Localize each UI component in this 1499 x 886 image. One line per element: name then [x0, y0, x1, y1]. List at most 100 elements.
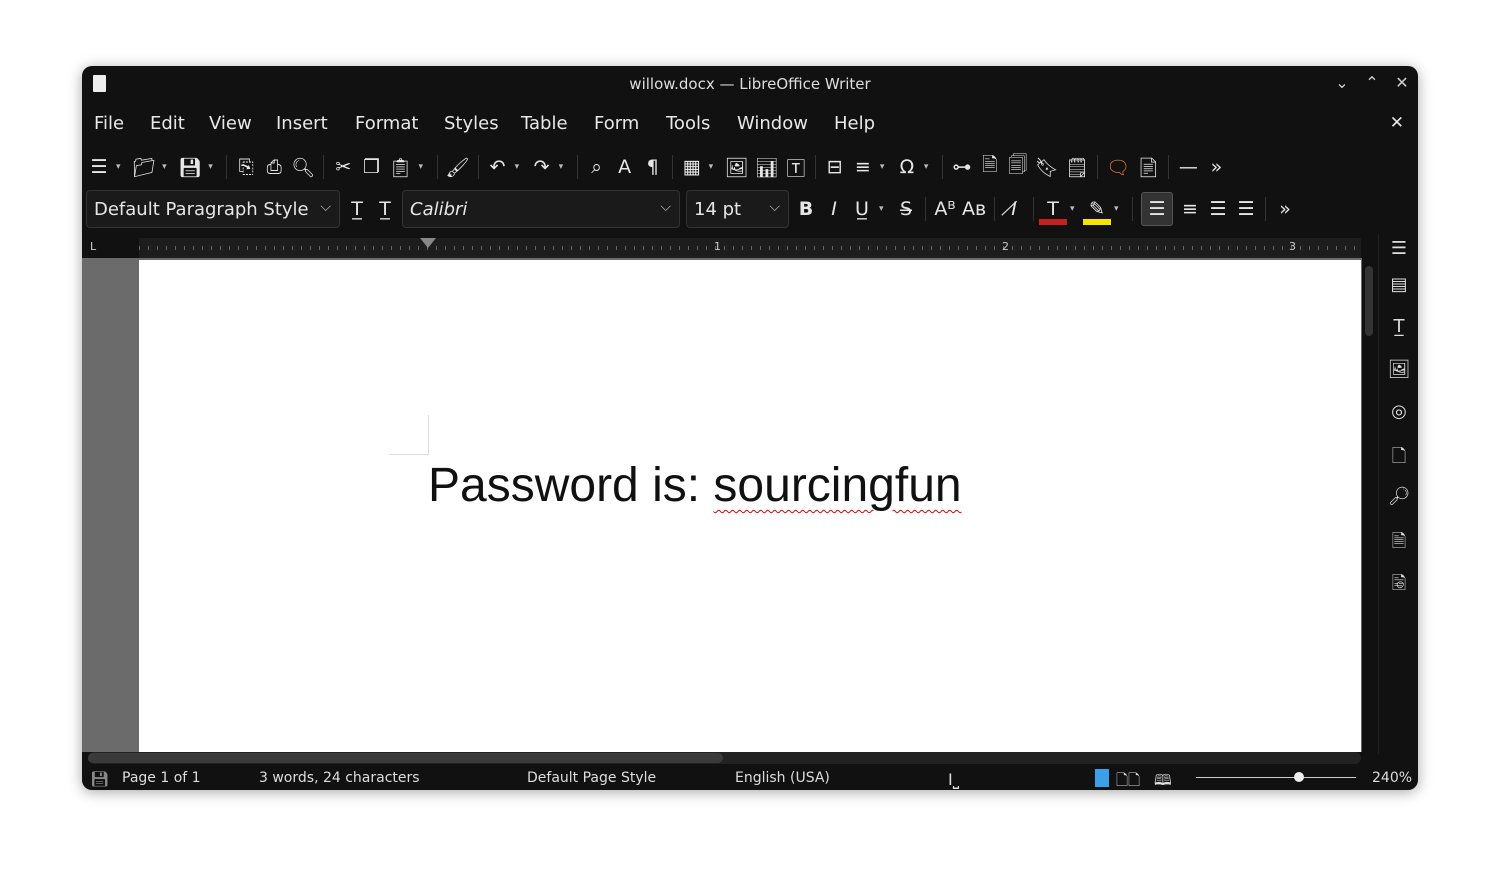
bold-icon[interactable]: B	[795, 195, 817, 223]
dropdown-arrow-icon[interactable]: ▾	[1070, 204, 1078, 214]
dropdown-arrow-icon[interactable]: ▾	[116, 162, 124, 172]
highlight-color-icon[interactable]: ✎	[1083, 195, 1112, 225]
vertical-scrollbar[interactable]	[1362, 258, 1378, 752]
selection-mode-icon[interactable]: I⎵	[948, 770, 959, 790]
single-page-view-icon[interactable]	[1095, 769, 1109, 787]
dropdown-arrow-icon[interactable]: ▾	[709, 162, 717, 172]
tab-stop-selector[interactable]: L	[90, 240, 96, 253]
font-name-select[interactable]: Calibri ⌵	[402, 190, 680, 228]
menu-styles[interactable]: Styles	[444, 113, 499, 134]
update-style-icon[interactable]: T̲	[346, 195, 368, 223]
gallery-icon[interactable]: 🖼︎	[1387, 359, 1411, 383]
align-right-icon[interactable]: ☰	[1207, 195, 1229, 223]
footnote-icon[interactable]: 🗎︎	[979, 153, 1001, 181]
page-style[interactable]: Default Page Style	[527, 770, 656, 786]
align-center-icon[interactable]: ≡	[1179, 195, 1201, 223]
cut-icon[interactable]: ✂	[332, 153, 354, 181]
paragraph-style-select[interactable]: Default Paragraph Style ⌵	[86, 190, 340, 228]
dropdown-arrow-icon[interactable]: ▾	[880, 162, 888, 172]
page-count[interactable]: Page 1 of 1	[122, 770, 201, 786]
document-text[interactable]: Password is: sourcingfun	[428, 458, 962, 513]
manage-changes-icon[interactable]: 🗎	[1387, 529, 1411, 553]
print-preview-icon[interactable]: 🔍︎	[291, 153, 315, 181]
find-replace-icon[interactable]: ⌕	[586, 153, 608, 181]
maximize-button[interactable]: ⌃	[1362, 73, 1382, 92]
paste-icon[interactable]: 📋︎	[388, 153, 412, 181]
font-color-icon[interactable]: T	[1039, 195, 1068, 225]
insert-image-icon[interactable]: 🖼︎	[725, 153, 749, 181]
multi-page-view-icon[interactable]: 🗋🗋	[1116, 770, 1140, 790]
formatting-marks-icon[interactable]: ¶	[642, 153, 664, 181]
document-page[interactable]: Password is: sourcingfun	[139, 260, 1361, 752]
font-size-select[interactable]: 14 pt ⌵	[686, 190, 789, 228]
italic-icon[interactable]: I	[823, 195, 845, 223]
superscript-icon[interactable]: Aᴮ	[934, 195, 956, 223]
open-icon[interactable]: 📁︎	[132, 153, 156, 181]
styles-icon[interactable]: T̲	[1387, 316, 1411, 340]
toggle-sidebar-icon[interactable]: ☰	[88, 153, 110, 181]
sidebar-menu-icon[interactable]: ☰	[1387, 238, 1411, 262]
save-status-icon[interactable]: 💾︎	[90, 770, 109, 788]
dropdown-arrow-icon[interactable]: ▾	[208, 162, 216, 172]
hyperlink-icon[interactable]: ⊶	[951, 153, 973, 181]
subscript-icon[interactable]: Aʙ	[962, 195, 986, 223]
horizontal-ruler[interactable]: 1 2 3	[139, 238, 1361, 258]
cross-reference-icon[interactable]: 🗒︎	[1065, 153, 1089, 181]
misspelled-word[interactable]: sourcingfun	[713, 459, 961, 512]
insert-textbox-icon[interactable]: 🅃	[785, 153, 807, 181]
insert-table-icon[interactable]: ▦	[681, 153, 703, 181]
menu-tools[interactable]: Tools	[666, 113, 710, 134]
save-icon[interactable]: 💾︎	[178, 153, 202, 181]
properties-icon[interactable]: ▤	[1387, 274, 1411, 298]
close-document-button[interactable]: ✕	[1390, 113, 1404, 133]
menu-form[interactable]: Form	[594, 113, 639, 134]
insert-chart-icon[interactable]: 📊︎	[755, 153, 779, 181]
menu-edit[interactable]: Edit	[150, 113, 185, 134]
language[interactable]: English (USA)	[735, 770, 830, 786]
undo-icon[interactable]: ↶	[487, 153, 509, 181]
minimize-button[interactable]: ⌄	[1332, 73, 1352, 92]
justify-icon[interactable]: ☰	[1235, 195, 1257, 223]
insert-field-icon[interactable]: ≡	[852, 153, 874, 181]
indent-marker[interactable]	[420, 238, 436, 248]
dropdown-arrow-icon[interactable]: ▾	[162, 162, 170, 172]
menu-help[interactable]: Help	[834, 113, 875, 134]
horizontal-line-icon[interactable]: —	[1177, 153, 1199, 181]
scroll-thumb[interactable]	[1365, 266, 1373, 336]
new-style-icon[interactable]: T̲	[374, 195, 396, 223]
underline-icon[interactable]: U̲	[851, 195, 873, 223]
dropdown-arrow-icon[interactable]: ▾	[559, 162, 567, 172]
page-break-icon[interactable]: ⊟	[824, 153, 846, 181]
zoom-slider[interactable]	[1196, 772, 1356, 782]
navigator-icon[interactable]: ◎	[1387, 401, 1411, 425]
menu-table[interactable]: Table	[521, 113, 568, 134]
spelling-icon[interactable]: A	[614, 153, 636, 181]
design-icon[interactable]: 🗟	[1387, 571, 1411, 595]
print-icon[interactable]: ⎙	[263, 153, 285, 181]
redo-icon[interactable]: ↷	[531, 153, 553, 181]
copy-icon[interactable]: ❐	[360, 153, 382, 181]
export-pdf-icon[interactable]: ⎘	[235, 153, 257, 181]
clear-formatting-icon[interactable]: I̸	[1003, 195, 1025, 223]
dropdown-arrow-icon[interactable]: ▾	[879, 204, 887, 214]
comment-icon[interactable]: 🗨︎	[1106, 153, 1130, 181]
dropdown-arrow-icon[interactable]: ▾	[924, 162, 932, 172]
book-view-icon[interactable]: 🕮	[1154, 770, 1172, 790]
menu-view[interactable]: View	[209, 113, 252, 134]
page-icon[interactable]: 🗋	[1387, 444, 1411, 468]
dropdown-arrow-icon[interactable]: ▾	[1114, 204, 1122, 214]
zoom-slider-thumb[interactable]	[1294, 772, 1304, 782]
menu-window[interactable]: Window	[737, 113, 808, 134]
menu-insert[interactable]: Insert	[276, 113, 328, 134]
clone-formatting-icon[interactable]: 🖌︎	[446, 153, 470, 181]
word-count[interactable]: 3 words, 24 characters	[259, 770, 420, 786]
menu-format[interactable]: Format	[355, 113, 418, 134]
special-character-icon[interactable]: Ω	[896, 153, 918, 181]
dropdown-arrow-icon[interactable]: ▾	[515, 162, 523, 172]
horizontal-scrollbar[interactable]	[88, 752, 1361, 764]
align-left-icon[interactable]: ☰	[1141, 192, 1174, 226]
endnote-icon[interactable]: 🗐︎	[1007, 153, 1029, 181]
menu-file[interactable]: File	[94, 113, 124, 134]
more-options-icon[interactable]: »	[1274, 195, 1296, 223]
close-window-button[interactable]: ✕	[1392, 73, 1412, 92]
